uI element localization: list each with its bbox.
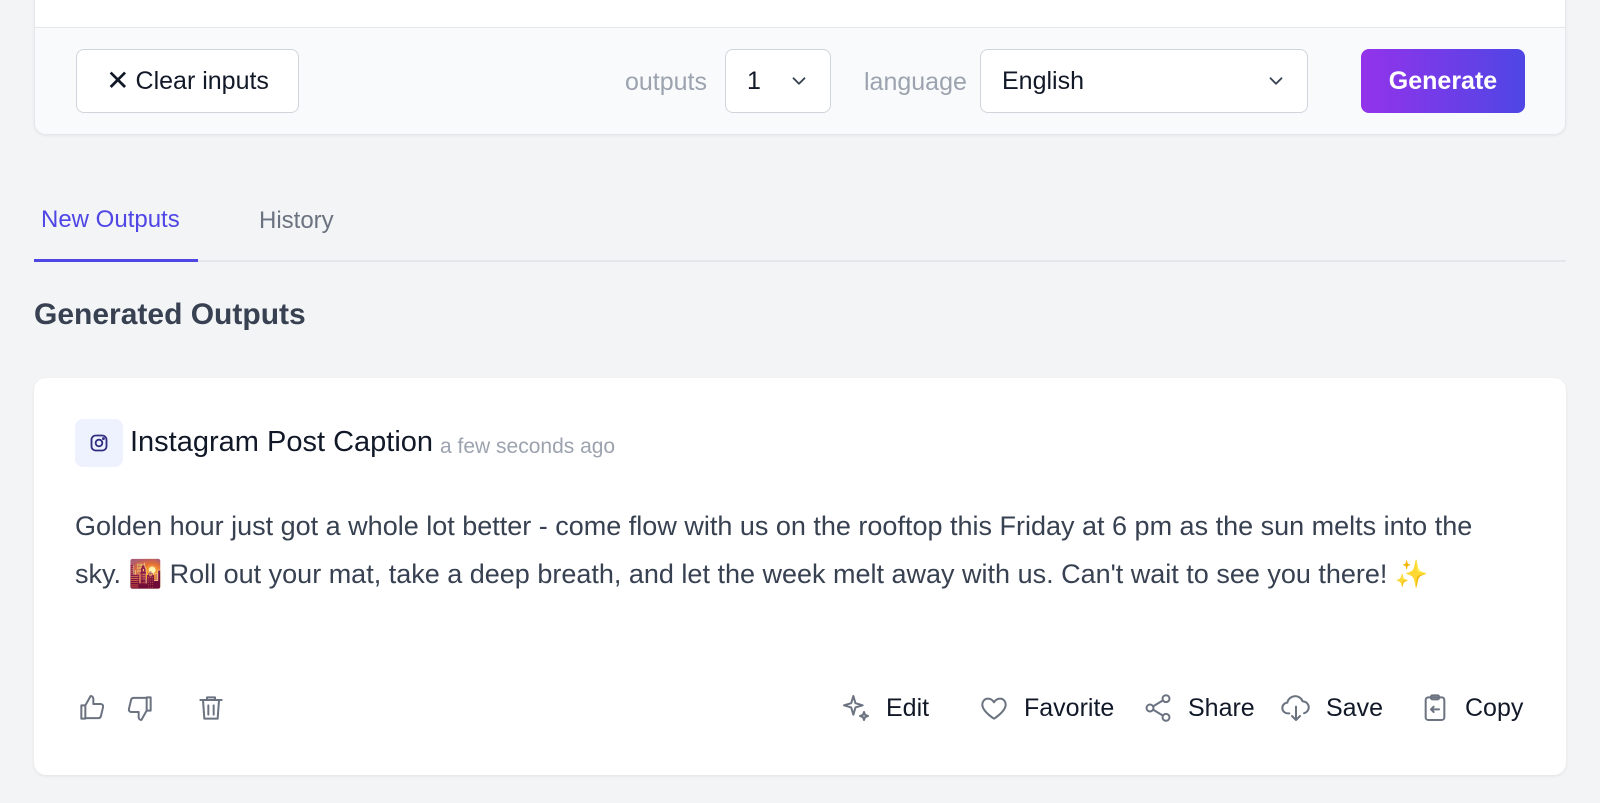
output-title: Instagram Post Caption	[130, 426, 434, 458]
output-timestamp: a few seconds ago	[440, 435, 616, 458]
edit-label: Edit	[886, 693, 930, 722]
tab-new-outputs[interactable]: New Outputs	[34, 180, 198, 262]
instagram-icon	[90, 434, 108, 452]
share-button[interactable]: Share	[1142, 688, 1255, 728]
output-card: Instagram Post Caption a few seconds ago…	[34, 378, 1566, 775]
form-footer-bar: ✕ Clear inputs outputs 1 language Englis…	[35, 27, 1565, 134]
heart-icon	[981, 697, 1007, 720]
thumbs-down-button[interactable]	[123, 691, 157, 725]
delete-button[interactable]	[194, 691, 228, 725]
tab-history[interactable]: History	[252, 180, 341, 262]
cloud-download-icon	[1281, 695, 1310, 721]
generator-form-card: ✕ Clear inputs outputs 1 language Englis…	[34, 0, 1566, 135]
clipboard-icon	[1424, 694, 1446, 721]
favorite-button[interactable]: Favorite	[978, 688, 1114, 728]
thumbs-up-button[interactable]	[75, 691, 109, 725]
copy-button[interactable]: Copy	[1419, 688, 1523, 728]
sparkles-icon	[843, 695, 869, 721]
share-label: Share	[1188, 693, 1255, 722]
trash-icon	[199, 696, 223, 720]
outputs-select[interactable]: 1	[725, 49, 831, 113]
outputs-label: outputs	[625, 68, 708, 96]
output-text: Golden hour just got a whole lot better …	[75, 511, 1473, 589]
clear-inputs-label: Clear inputs	[135, 66, 269, 95]
save-label: Save	[1326, 693, 1383, 722]
chevron-down-icon	[792, 77, 806, 85]
generate-button[interactable]: Generate	[1361, 49, 1525, 113]
thumbs-up-icon	[80, 695, 105, 720]
clear-inputs-button[interactable]: ✕ Clear inputs	[76, 49, 299, 113]
output-tabs: New Outputs History	[34, 180, 1566, 262]
instagram-badge	[75, 419, 123, 467]
chevron-down-icon	[1269, 77, 1283, 85]
page-title: Generated Outputs	[34, 298, 306, 331]
language-label: language	[864, 68, 967, 96]
language-select[interactable]: English	[980, 49, 1308, 113]
outputs-select-value: 1	[747, 66, 761, 95]
thumbs-down-icon	[127, 696, 152, 721]
language-select-value: English	[1002, 66, 1084, 95]
share-icon	[1145, 694, 1171, 722]
copy-label: Copy	[1465, 693, 1524, 722]
save-button[interactable]: Save	[1280, 688, 1383, 728]
edit-button[interactable]: Edit	[840, 688, 929, 728]
favorite-label: Favorite	[1024, 693, 1115, 722]
close-icon: ✕	[106, 65, 130, 96]
